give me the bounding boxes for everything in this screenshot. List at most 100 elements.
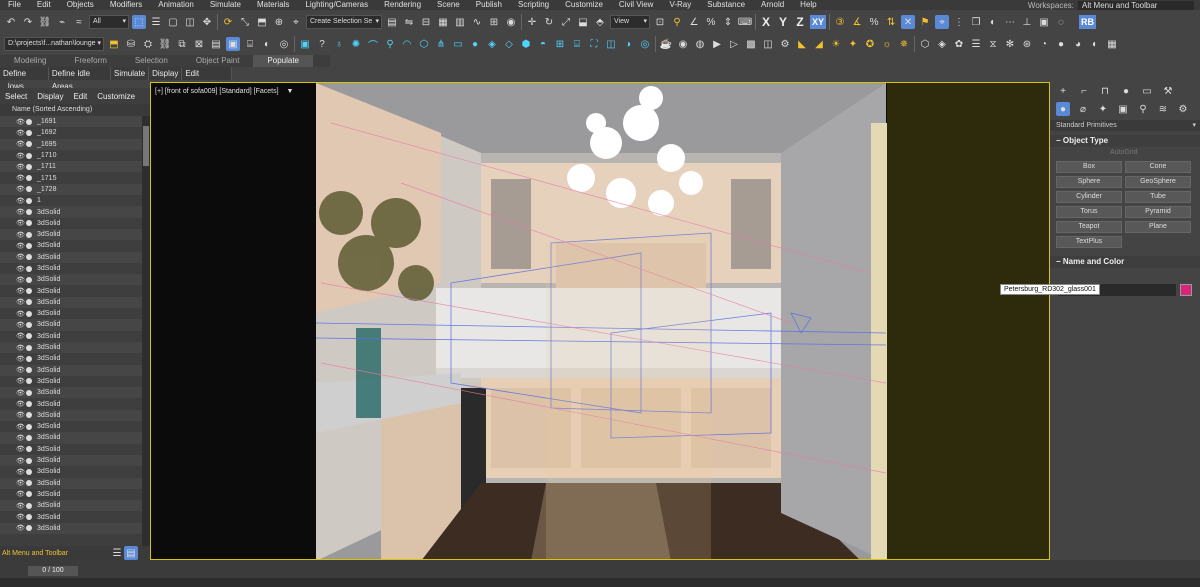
angle-snap-2-icon[interactable]: ∡	[850, 15, 864, 29]
vray-proxy-icon[interactable]: ⬡	[417, 37, 431, 51]
visibility-eye-icon[interactable]: 👁	[16, 152, 26, 160]
visibility-eye-icon[interactable]: 👁	[16, 377, 26, 385]
freeze-dot-icon[interactable]	[26, 152, 32, 159]
ribbon-tab-modeling[interactable]: Modeling	[0, 55, 60, 67]
scene-object-row[interactable]: 👁 3dSolid	[0, 398, 150, 409]
scene-object-row[interactable]: 👁 3dSolid	[0, 421, 150, 432]
arnold-object-icon[interactable]: ◫	[761, 37, 775, 51]
reference-coord-dropdown[interactable]: View	[610, 15, 650, 29]
scene-object-row[interactable]: 👁 3dSolid	[0, 308, 150, 319]
visibility-eye-icon[interactable]: 👁	[16, 366, 26, 374]
menu-simulate[interactable]: Simulate	[202, 0, 249, 10]
visibility-eye-icon[interactable]: 👁	[16, 355, 26, 363]
vray-sphere-icon[interactable]: ●	[468, 37, 482, 51]
visibility-eye-icon[interactable]: 👁	[16, 219, 26, 227]
explorer-menu-select[interactable]: Select	[0, 92, 32, 101]
menu-scene[interactable]: Scene	[429, 0, 468, 10]
freeze-dot-icon[interactable]	[26, 276, 32, 283]
set-project-icon[interactable]: ⛁	[124, 37, 138, 51]
freeze-dot-icon[interactable]	[26, 480, 32, 487]
primitive-textplus-button[interactable]: TextPlus	[1056, 236, 1122, 248]
vray-dof-icon[interactable]: ◑	[621, 37, 635, 51]
display-tab-icon[interactable]: ▭	[1140, 84, 1154, 98]
primitive-torus-button[interactable]: Torus	[1056, 206, 1122, 218]
ribbon-item-define-idle-areas[interactable]: Define Idle Areas	[49, 67, 111, 91]
scene-explorer-mode-icon[interactable]: ▤	[124, 546, 138, 560]
freeze-dot-icon[interactable]	[26, 265, 32, 272]
percent-snap-2-icon[interactable]: %	[867, 15, 881, 29]
freeze-dot-icon[interactable]	[26, 355, 32, 362]
freeze-dot-icon[interactable]	[26, 367, 32, 374]
scrollbar-thumb[interactable]	[143, 126, 149, 166]
rotate-icon[interactable]: ⟳	[221, 15, 235, 29]
freeze-dot-icon[interactable]	[26, 468, 32, 475]
array-icon[interactable]: ⋮	[952, 15, 966, 29]
freeze-dot-icon[interactable]	[26, 502, 32, 509]
scene-object-row[interactable]: 👁 3dSolid	[0, 353, 150, 364]
scene-object-row[interactable]: 👁 3dSolid	[0, 511, 150, 522]
normal-align-icon[interactable]: ⊥	[1020, 15, 1034, 29]
arnold-skydome-icon[interactable]: ☀	[829, 37, 843, 51]
placement-icon[interactable]: ⬒	[255, 15, 269, 29]
visibility-eye-icon[interactable]: 👁	[16, 287, 26, 295]
arnold-sun-icon[interactable]: ☼	[880, 37, 894, 51]
freeze-dot-icon[interactable]	[26, 434, 32, 441]
freeze-dot-icon[interactable]	[26, 514, 32, 521]
vray-enmesh-icon[interactable]: ⊞	[553, 37, 567, 51]
vray-lens-icon[interactable]: ◎	[638, 37, 652, 51]
arnold-mesh-light-icon[interactable]: ✵	[897, 37, 911, 51]
visibility-eye-icon[interactable]: 👁	[16, 468, 26, 476]
pivot-center-icon[interactable]: ⊡	[653, 15, 667, 29]
select-by-name-icon[interactable]: ☰	[149, 15, 163, 29]
railclone-icon[interactable]: ☰	[969, 37, 983, 51]
freeze-dot-icon[interactable]	[26, 525, 32, 532]
visibility-eye-icon[interactable]: 👁	[16, 208, 26, 216]
ribbon-item-edit-selected[interactable]: Edit Selected	[182, 67, 232, 91]
workspace-dropdown[interactable]: Alt Menu and Toolbar	[1078, 0, 1194, 10]
menu-rendering[interactable]: Rendering	[376, 0, 429, 10]
freeze-dot-icon[interactable]	[26, 175, 32, 182]
visibility-eye-icon[interactable]: 👁	[16, 490, 26, 498]
freeze-dot-icon[interactable]	[26, 209, 32, 216]
time-slider[interactable]: 0 / 100	[28, 566, 78, 576]
asset-tracking-icon[interactable]: ⛭	[141, 37, 155, 51]
vray-plane-icon[interactable]: ▭	[451, 37, 465, 51]
ribbon-tab-object-paint[interactable]: Object Paint	[182, 55, 254, 67]
visibility-eye-icon[interactable]: 👁	[16, 513, 26, 521]
container-icon[interactable]: ⊠	[192, 37, 206, 51]
ribbon-item-simulate[interactable]: Simulate	[111, 67, 150, 80]
scene-object-row[interactable]: 👁 3dSolid	[0, 319, 150, 331]
vray-decal-icon[interactable]: ◓	[536, 37, 550, 51]
visibility-eye-icon[interactable]: 👁	[16, 163, 26, 171]
vray-fur-icon[interactable]: ⋔	[434, 37, 448, 51]
arnold-ipr-icon[interactable]: ◍	[693, 37, 707, 51]
visibility-eye-icon[interactable]: 👁	[16, 411, 26, 419]
schematic-icon[interactable]: ⊞	[487, 15, 501, 29]
primitive-teapot-button[interactable]: Teapot	[1056, 221, 1122, 233]
visibility-eye-icon[interactable]: 👁	[16, 242, 26, 250]
modify-tab-icon[interactable]: ⌐	[1077, 84, 1091, 98]
scene-object-row[interactable]: 👁 _1692	[0, 127, 150, 138]
vray-light-icon[interactable]: ♁	[332, 37, 346, 51]
menu-animation[interactable]: Animation	[150, 0, 202, 10]
scene-object-row[interactable]: 👁 3dSolid	[0, 489, 150, 500]
arnold-quad-light-icon[interactable]: ◣	[795, 37, 809, 51]
scene-object-row[interactable]: 👁 1	[0, 195, 150, 206]
scene-object-row[interactable]: 👁 3dSolid	[0, 500, 150, 512]
scene-object-row[interactable]: 👁 _1715	[0, 172, 150, 183]
plugin-5-icon[interactable]: ●	[1054, 37, 1068, 51]
visibility-eye-icon[interactable]: 👁	[16, 140, 26, 148]
arnold-teapot-icon[interactable]: ☕	[659, 37, 673, 51]
render-icon[interactable]: ◎	[277, 37, 291, 51]
visibility-eye-icon[interactable]: 👁	[16, 344, 26, 352]
select-object-icon[interactable]: ⬚	[132, 15, 146, 29]
menu-help[interactable]: Help	[792, 0, 824, 10]
menu-publish[interactable]: Publish	[468, 0, 510, 10]
primitive-tube-button[interactable]: Tube	[1125, 191, 1191, 203]
scene-object-row[interactable]: 👁 3dSolid	[0, 296, 150, 309]
arnold-area-light-icon[interactable]: ◢	[812, 37, 826, 51]
use-pivot-icon[interactable]: ⊕	[272, 15, 286, 29]
select-rotate-icon[interactable]: ↻	[542, 15, 556, 29]
scene-object-row[interactable]: 👁 3dSolid	[0, 432, 150, 444]
lights-icon[interactable]: ✦	[1096, 102, 1110, 116]
